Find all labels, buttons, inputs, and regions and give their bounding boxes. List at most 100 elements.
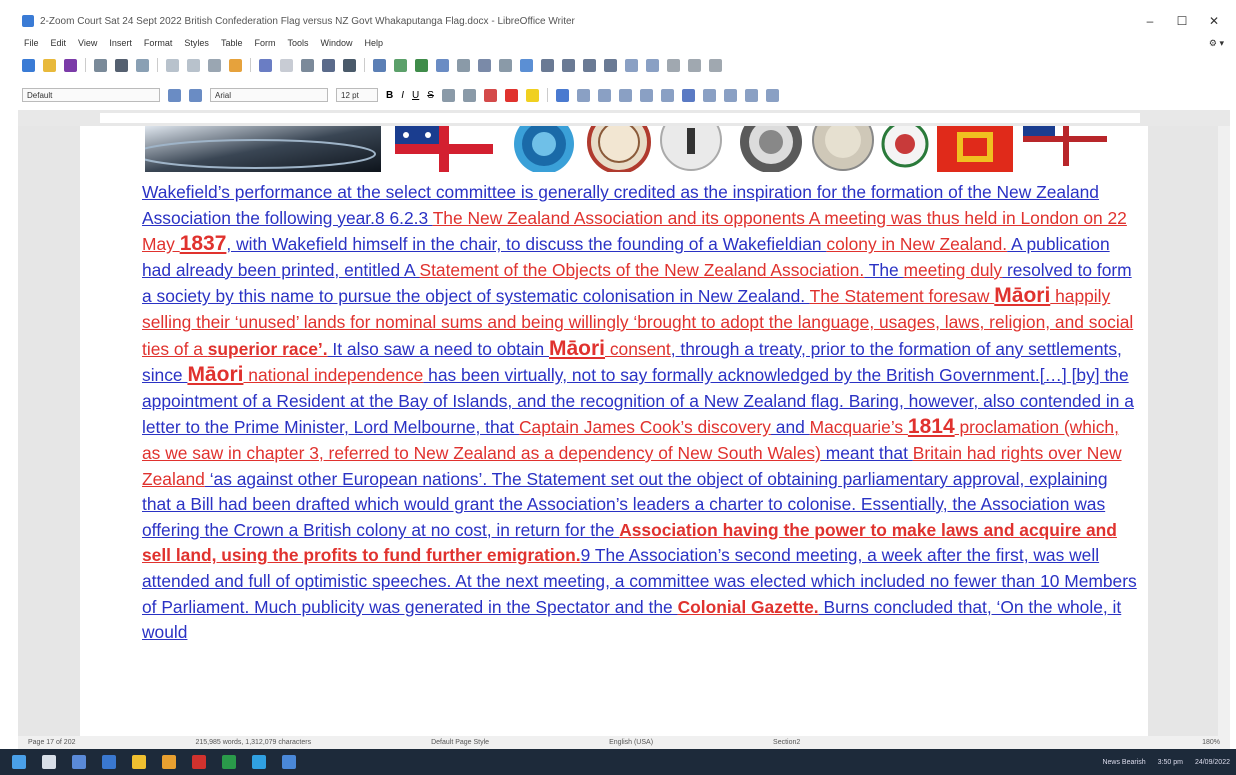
decrease-indent-icon[interactable]: [723, 88, 737, 102]
document-body-text[interactable]: Wakefield’s performance at the select co…: [142, 180, 1138, 646]
app-icon[interactable]: [192, 755, 206, 769]
paste-icon[interactable]: [208, 58, 221, 72]
menu-view[interactable]: View: [78, 38, 97, 48]
endnote-icon[interactable]: [562, 58, 575, 72]
insert-field-icon[interactable]: [478, 58, 491, 72]
toolbar-separator: [364, 58, 365, 72]
word-count[interactable]: 215,985 words, 1,312,079 characters: [196, 739, 312, 746]
find-replace-icon[interactable]: [301, 58, 314, 72]
insert-textbox-icon[interactable]: [436, 58, 449, 72]
increase-indent-icon[interactable]: [702, 88, 716, 102]
store-icon[interactable]: [162, 755, 176, 769]
cut-icon[interactable]: [166, 58, 179, 72]
clone-formatting-icon[interactable]: [229, 58, 242, 72]
text-run: , with Wakefield himself in the chair, t…: [226, 234, 827, 255]
menu-styles[interactable]: Styles: [184, 38, 209, 48]
page-break-icon[interactable]: [457, 58, 470, 72]
bullet-list-icon[interactable]: [639, 88, 653, 102]
insert-image-icon[interactable]: [394, 58, 407, 72]
zoom-level[interactable]: 180%: [1202, 739, 1220, 746]
insert-chart-icon[interactable]: [415, 58, 428, 72]
menu-insert[interactable]: Insert: [109, 38, 132, 48]
file-explorer-icon[interactable]: [132, 755, 146, 769]
undo-icon[interactable]: [259, 58, 272, 72]
track-changes-icon[interactable]: [646, 58, 659, 72]
clock-date[interactable]: 24/09/2022: [1195, 759, 1230, 766]
formatting-marks-icon[interactable]: [343, 58, 356, 72]
menu-format[interactable]: Format: [144, 38, 173, 48]
maximize-button[interactable]: ☐: [1166, 14, 1198, 28]
font-name-select[interactable]: Arial: [210, 88, 328, 102]
horizontal-ruler[interactable]: [18, 110, 1230, 127]
paragraph-style-select[interactable]: Default: [22, 88, 160, 102]
justify-icon[interactable]: [618, 88, 632, 102]
task-view-icon[interactable]: [72, 755, 86, 769]
print-preview-icon[interactable]: [136, 58, 149, 72]
vertical-scrollbar[interactable]: [1218, 126, 1230, 736]
gear-icon[interactable]: ⚙ ▾: [1209, 38, 1224, 49]
mail-icon[interactable]: [102, 755, 116, 769]
page-count[interactable]: Page 17 of 202: [28, 739, 76, 746]
line-spacing-icon[interactable]: [744, 88, 758, 102]
insert-line-icon[interactable]: [667, 58, 680, 72]
menu-table[interactable]: Table: [221, 38, 243, 48]
align-right-icon[interactable]: [597, 88, 611, 102]
numbered-list-icon[interactable]: [660, 88, 674, 102]
clear-formatting-icon[interactable]: [483, 88, 497, 102]
bold-button[interactable]: B: [386, 90, 393, 101]
menu-file[interactable]: File: [24, 38, 39, 48]
seal-green-image: [881, 126, 929, 168]
language[interactable]: English (USA): [609, 739, 653, 746]
menu-form[interactable]: Form: [254, 38, 275, 48]
new-style-icon[interactable]: [189, 88, 202, 102]
paragraph-spacing-icon[interactable]: [765, 88, 779, 102]
outline-format-icon[interactable]: [681, 88, 695, 102]
font-size-select[interactable]: 12 pt: [336, 88, 378, 102]
bookmark-icon[interactable]: [583, 58, 596, 72]
start-icon[interactable]: [12, 755, 26, 769]
strikethrough-button[interactable]: S: [427, 90, 434, 101]
update-style-icon[interactable]: [168, 88, 181, 102]
comment-icon[interactable]: [625, 58, 638, 72]
italic-button[interactable]: I: [401, 90, 404, 101]
redo-icon[interactable]: [280, 58, 293, 72]
menu-help[interactable]: Help: [364, 38, 383, 48]
spreadsheet-icon[interactable]: [222, 755, 236, 769]
page-style[interactable]: Default Page Style: [431, 739, 489, 746]
underline-button[interactable]: U: [412, 90, 419, 101]
spelling-icon[interactable]: [322, 58, 335, 72]
font-color-icon[interactable]: [504, 88, 518, 102]
writer-taskbar-icon[interactable]: [282, 755, 296, 769]
search-icon[interactable]: [42, 755, 56, 769]
document-page[interactable]: Wakefield’s performance at the select co…: [80, 126, 1148, 736]
insert-table-icon[interactable]: [373, 58, 386, 72]
special-character-icon[interactable]: [499, 58, 512, 72]
minimize-button[interactable]: –: [1134, 14, 1166, 28]
menu-tools[interactable]: Tools: [287, 38, 308, 48]
text-run: colony in New Zealand.: [826, 234, 1008, 255]
close-button[interactable]: ✕: [1198, 14, 1230, 28]
browser-icon[interactable]: [252, 755, 266, 769]
standard-toolbar: [18, 54, 1230, 76]
highlight-color-icon[interactable]: [525, 88, 539, 102]
draw-functions-icon[interactable]: [709, 58, 722, 72]
export-pdf-icon[interactable]: [94, 58, 107, 72]
new-document-icon[interactable]: [22, 58, 35, 72]
superscript-icon[interactable]: [441, 88, 455, 102]
menu-edit[interactable]: Edit: [51, 38, 67, 48]
basic-shapes-icon[interactable]: [688, 58, 701, 72]
save-icon[interactable]: [64, 58, 77, 72]
open-folder-icon[interactable]: [43, 58, 56, 72]
cross-reference-icon[interactable]: [604, 58, 617, 72]
hyperlink-icon[interactable]: [520, 58, 533, 72]
news-widget[interactable]: News Bearish: [1102, 759, 1145, 766]
text-run: national independence: [243, 365, 424, 386]
footnote-icon[interactable]: [541, 58, 554, 72]
clock-time[interactable]: 3:50 pm: [1158, 759, 1183, 766]
print-icon[interactable]: [115, 58, 128, 72]
subscript-icon[interactable]: [462, 88, 476, 102]
menu-window[interactable]: Window: [320, 38, 352, 48]
align-left-icon[interactable]: [555, 88, 569, 102]
align-center-icon[interactable]: [576, 88, 590, 102]
copy-icon[interactable]: [187, 58, 200, 72]
